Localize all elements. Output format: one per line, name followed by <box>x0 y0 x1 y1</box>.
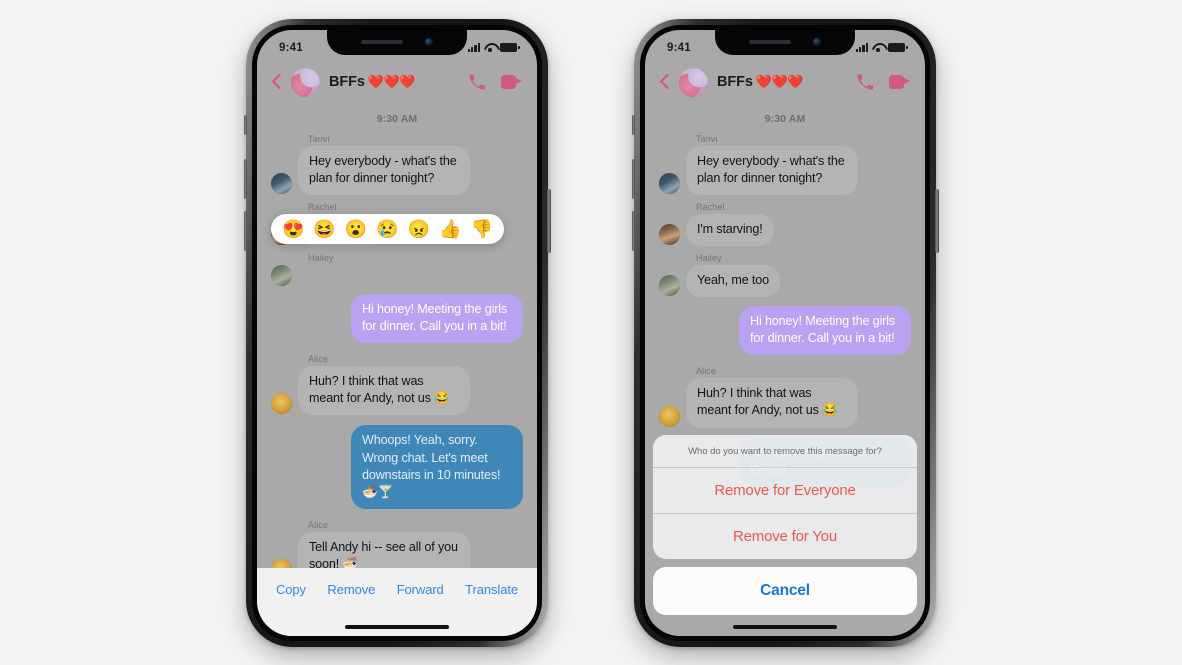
home-indicator[interactable] <box>733 624 837 629</box>
phone-right: 9:41 BFFs ❤️❤️❤️ 9:30 AM Tanvi Hey every… <box>631 18 939 647</box>
volume-down-button[interactable] <box>243 210 247 251</box>
status-indicators <box>467 43 520 52</box>
sender-name: Tanvi <box>308 133 330 144</box>
laughing-reaction[interactable]: 😆 <box>313 220 335 238</box>
message-row: Huh? I think that was meant for Andy, no… <box>271 366 523 416</box>
message-group-outgoing-blue: Whoops! Yeah, sorry. Wrong chat. Let's m… <box>271 425 523 509</box>
avatar[interactable] <box>271 393 292 415</box>
earpiece-speaker-icon <box>749 40 791 44</box>
chat-title[interactable]: BFFs ❤️❤️❤️ <box>329 74 415 90</box>
volume-down-button[interactable] <box>631 210 635 251</box>
message-row: Hi honey! Meeting the girls for dinner. … <box>271 293 523 344</box>
thumbs-down-reaction[interactable]: 👎 <box>471 220 493 238</box>
phone-screen: 9:41 BFFs ❤️❤️❤️ 9:30 AM Tanvi Hey every… <box>645 29 925 636</box>
heart-eyes-reaction[interactable]: 😍 <box>282 220 304 238</box>
chat-title-hearts: ❤️❤️❤️ <box>367 74 416 89</box>
message-bubble[interactable]: Huh? I think that was meant for Andy, no… <box>298 366 470 416</box>
front-camera-icon <box>425 38 433 46</box>
sender-name: Hailey <box>308 252 334 263</box>
back-chevron-icon[interactable] <box>268 70 286 94</box>
avatar[interactable] <box>271 264 292 286</box>
message-row: Hey everybody - what's the plan for dinn… <box>271 145 523 195</box>
message-bubble[interactable]: Hey everybody - what's the plan for dinn… <box>298 145 470 195</box>
volume-up-button[interactable] <box>631 158 635 199</box>
silent-switch[interactable] <box>244 114 247 135</box>
message-row: Whoops! Yeah, sorry. Wrong chat. Let's m… <box>271 425 523 509</box>
remove-for-you-button[interactable]: Remove for You <box>653 512 917 559</box>
message-group-alice-1: Alice Huh? I think that was meant for An… <box>271 354 523 416</box>
video-call-icon[interactable] <box>501 75 522 89</box>
message-group-tanvi: Tanvi Hey everybody - what's the plan fo… <box>271 134 523 195</box>
translate-button[interactable]: Translate <box>465 582 518 597</box>
power-button[interactable] <box>547 188 551 253</box>
status-time: 9:41 <box>667 41 691 54</box>
signal-bars-icon <box>855 43 868 52</box>
header-actions <box>468 73 522 91</box>
wifi-icon <box>484 43 496 52</box>
power-button[interactable] <box>935 188 939 253</box>
notch <box>715 29 855 55</box>
phone-screen: 9:41 BFFs ❤️❤️❤️ 9:30 AM Tanvi Hey every… <box>257 29 537 636</box>
forward-button[interactable]: Forward <box>397 582 444 597</box>
signal-bars-icon <box>467 43 480 52</box>
reaction-picker[interactable]: 😍 😆 😮 😢 😠 👍 👎 <box>271 213 504 244</box>
cancel-button[interactable]: Cancel <box>653 566 917 615</box>
action-sheet-title: Who do you want to remove this message f… <box>653 435 917 468</box>
notch <box>327 29 467 55</box>
angry-reaction[interactable]: 😠 <box>408 220 430 238</box>
silent-switch[interactable] <box>632 114 635 135</box>
battery-icon <box>500 43 520 52</box>
sender-name: Alice <box>308 519 329 530</box>
front-camera-icon <box>813 38 821 46</box>
message-bubble[interactable]: Hi honey! Meeting the girls for dinner. … <box>351 293 523 344</box>
sender-name: Rachel <box>308 201 337 212</box>
surprised-reaction[interactable]: 😮 <box>345 220 367 238</box>
remove-for-everyone-button[interactable]: Remove for Everyone <box>653 468 917 513</box>
conversation-timestamp: 9:30 AM <box>376 112 418 125</box>
phone-comparison-stage: 9:41 BFFs ❤️❤️❤️ 9:30 AM Tanvi Hey every… <box>0 0 1182 665</box>
battery-icon <box>888 43 908 52</box>
phone-left: 9:41 BFFs ❤️❤️❤️ 9:30 AM Tanvi Hey every… <box>243 18 551 647</box>
remove-message-action-sheet: Who do you want to remove this message f… <box>653 434 917 615</box>
sender-name: Alice <box>308 354 329 365</box>
sad-reaction[interactable]: 😢 <box>376 220 398 238</box>
volume-up-button[interactable] <box>243 158 247 199</box>
chat-body[interactable]: 9:30 AM Tanvi Hey everybody - what's the… <box>257 105 537 636</box>
status-indicators <box>855 43 908 52</box>
status-time: 9:41 <box>279 41 303 54</box>
action-sheet-group: Who do you want to remove this message f… <box>653 434 917 559</box>
wifi-icon <box>872 43 884 52</box>
avatar[interactable] <box>271 172 292 194</box>
group-avatar[interactable] <box>291 67 320 97</box>
chat-title-text: BFFs <box>329 74 365 90</box>
message-group-hailey: Hailey <box>271 253 523 287</box>
home-indicator[interactable] <box>345 624 449 629</box>
remove-button[interactable]: Remove <box>327 582 375 597</box>
copy-button[interactable]: Copy <box>276 582 306 597</box>
phone-call-icon[interactable] <box>468 73 486 91</box>
earpiece-speaker-icon <box>361 40 403 44</box>
message-group-outgoing-purple: Hi honey! Meeting the girls for dinner. … <box>271 293 523 344</box>
message-row <box>271 264 523 287</box>
thumbs-up-reaction[interactable]: 👍 <box>439 220 461 238</box>
chat-header: BFFs ❤️❤️❤️ <box>257 60 537 105</box>
message-bubble-selected[interactable]: Whoops! Yeah, sorry. Wrong chat. Let's m… <box>351 425 523 509</box>
